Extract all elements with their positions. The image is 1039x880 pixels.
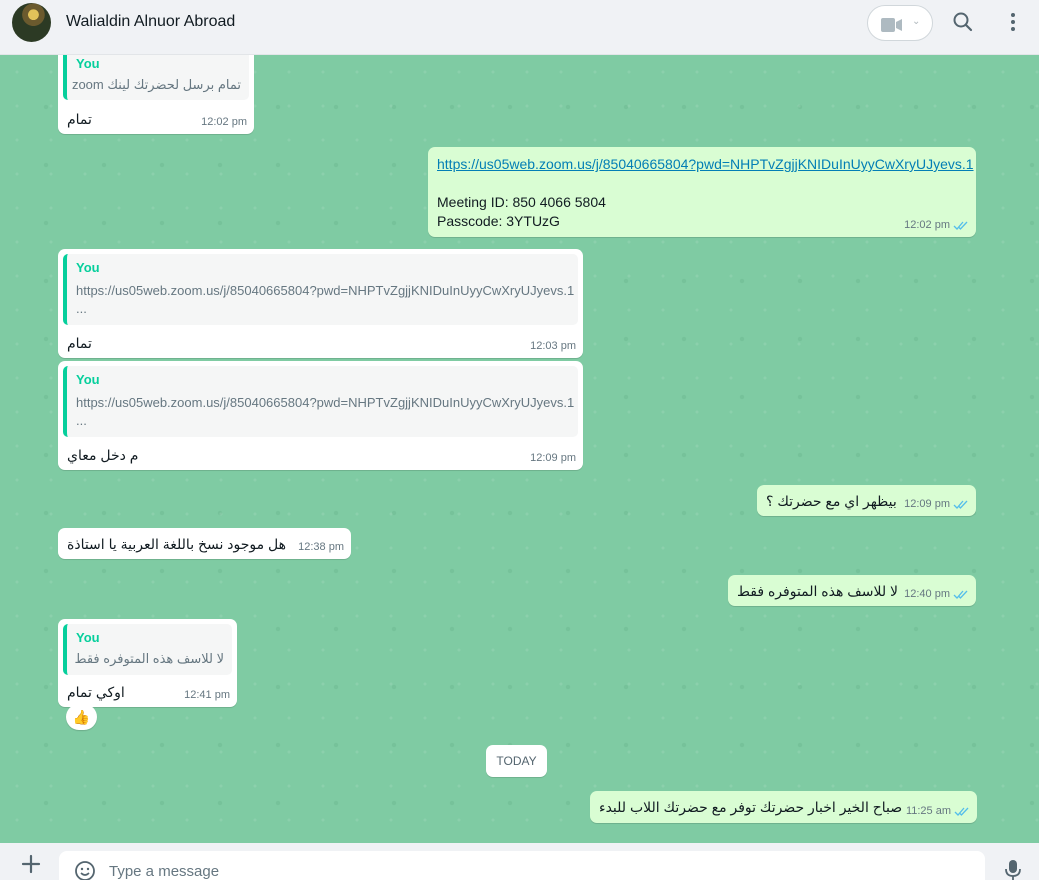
quote-text: لا للاسف هذه المتوفره فقط [74, 651, 224, 666]
message-text: لا للاسف هذه المتوفره فقط [737, 583, 898, 599]
chat-header: Walialdin Alnuor Abroad ⌄ [0, 0, 1039, 55]
time-label: 12:02 pm [904, 219, 950, 231]
message-text: اوكي تمام [67, 684, 125, 700]
message-input[interactable] [109, 860, 909, 880]
quote-more: ... [76, 301, 87, 316]
passcode-text: Passcode: 3YTUzG [437, 213, 560, 229]
message-text: بيظهر اي مع حضرتك ؟ [766, 493, 897, 509]
menu-icon[interactable] [1000, 9, 1026, 35]
message-time: 12:09 pm [530, 452, 576, 464]
quote-author: You [76, 630, 100, 645]
message-incoming[interactable]: You https://us05web.zoom.us/j/8504066580… [58, 361, 583, 470]
attach-plus-icon[interactable] [18, 851, 44, 877]
chat-area: You تمام برسل لحضرتك لينك zoom تمام 12:0… [0, 55, 1039, 843]
quote-text: https://us05web.zoom.us/j/85040665804?pw… [76, 283, 575, 298]
time-label: 11:25 am [905, 805, 951, 817]
microphone-icon[interactable] [1003, 859, 1023, 880]
quote-author: You [76, 56, 100, 71]
message-text: تمام [67, 335, 92, 351]
message-time: 12:03 pm [530, 340, 576, 352]
quote-more: ... [76, 413, 87, 428]
quote-text: تمام برسل لحضرتك لينك zoom [71, 77, 241, 92]
message-outgoing[interactable]: صباح الخير اخبار حضرتك توفر مع حضرتك الل… [590, 791, 977, 823]
composer-bar [0, 843, 1039, 880]
message-time: 12:02 pm [904, 219, 969, 231]
message-incoming[interactable]: هل موجود نسخ باللغة العربية يا استاذة 12… [58, 528, 351, 559]
avatar[interactable] [12, 3, 51, 42]
read-ticks-icon [953, 589, 969, 600]
video-call-icon [881, 18, 902, 32]
chevron-down-icon: ⌄ [912, 16, 921, 27]
time-label: 12:09 pm [904, 498, 950, 510]
quoted-message[interactable]: You https://us05web.zoom.us/j/8504066580… [63, 254, 578, 325]
quoted-message[interactable]: You https://us05web.zoom.us/j/8504066580… [63, 366, 578, 437]
emoji-icon[interactable] [74, 860, 96, 880]
message-text: تمام [67, 111, 92, 127]
message-compose-box[interactable] [59, 851, 985, 880]
quote-text: https://us05web.zoom.us/j/85040665804?pw… [76, 395, 575, 410]
read-ticks-icon [954, 806, 970, 817]
reaction-badge[interactable]: 👍 [66, 704, 97, 730]
message-time: 12:38 pm [298, 541, 344, 553]
message-time: 12:09 pm [904, 498, 969, 510]
message-incoming[interactable]: You تمام برسل لحضرتك لينك zoom تمام 12:0… [58, 55, 254, 134]
meeting-id-text: Meeting ID: 850 4066 5804 [437, 194, 606, 210]
read-ticks-icon [953, 220, 969, 231]
message-incoming[interactable]: You https://us05web.zoom.us/j/8504066580… [58, 249, 583, 358]
quoted-message[interactable]: You لا للاسف هذه المتوفره فقط [63, 624, 232, 675]
read-ticks-icon [953, 499, 969, 510]
message-outgoing[interactable]: https://us05web.zoom.us/j/85040665804?pw… [428, 147, 976, 237]
quoted-message[interactable]: You تمام برسل لحضرتك لينك zoom [63, 55, 249, 100]
message-time: 11:25 am [906, 805, 970, 817]
message-time: 12:40 pm [904, 588, 969, 600]
time-label: 12:40 pm [904, 588, 950, 600]
video-call-button[interactable]: ⌄ [867, 5, 933, 41]
message-outgoing[interactable]: بيظهر اي مع حضرتك ؟ 12:09 pm [757, 485, 976, 516]
message-text: هل موجود نسخ باللغة العربية يا استاذة [67, 536, 287, 552]
search-icon[interactable] [950, 9, 976, 35]
quote-author: You [76, 260, 100, 275]
message-text: صباح الخير اخبار حضرتك توفر مع حضرتك الل… [599, 799, 903, 815]
message-incoming[interactable]: You لا للاسف هذه المتوفره فقط اوكي تمام … [58, 619, 237, 707]
message-time: 12:41 pm [184, 689, 230, 701]
date-divider: TODAY [486, 745, 547, 777]
message-text: م دخل معاي [67, 447, 139, 463]
contact-name[interactable]: Walialdin Alnuor Abroad [66, 13, 235, 31]
message-time: 12:02 pm [201, 116, 247, 128]
zoom-link[interactable]: https://us05web.zoom.us/j/85040665804?pw… [437, 156, 974, 172]
message-outgoing[interactable]: لا للاسف هذه المتوفره فقط 12:40 pm [728, 575, 976, 606]
quote-author: You [76, 372, 100, 387]
